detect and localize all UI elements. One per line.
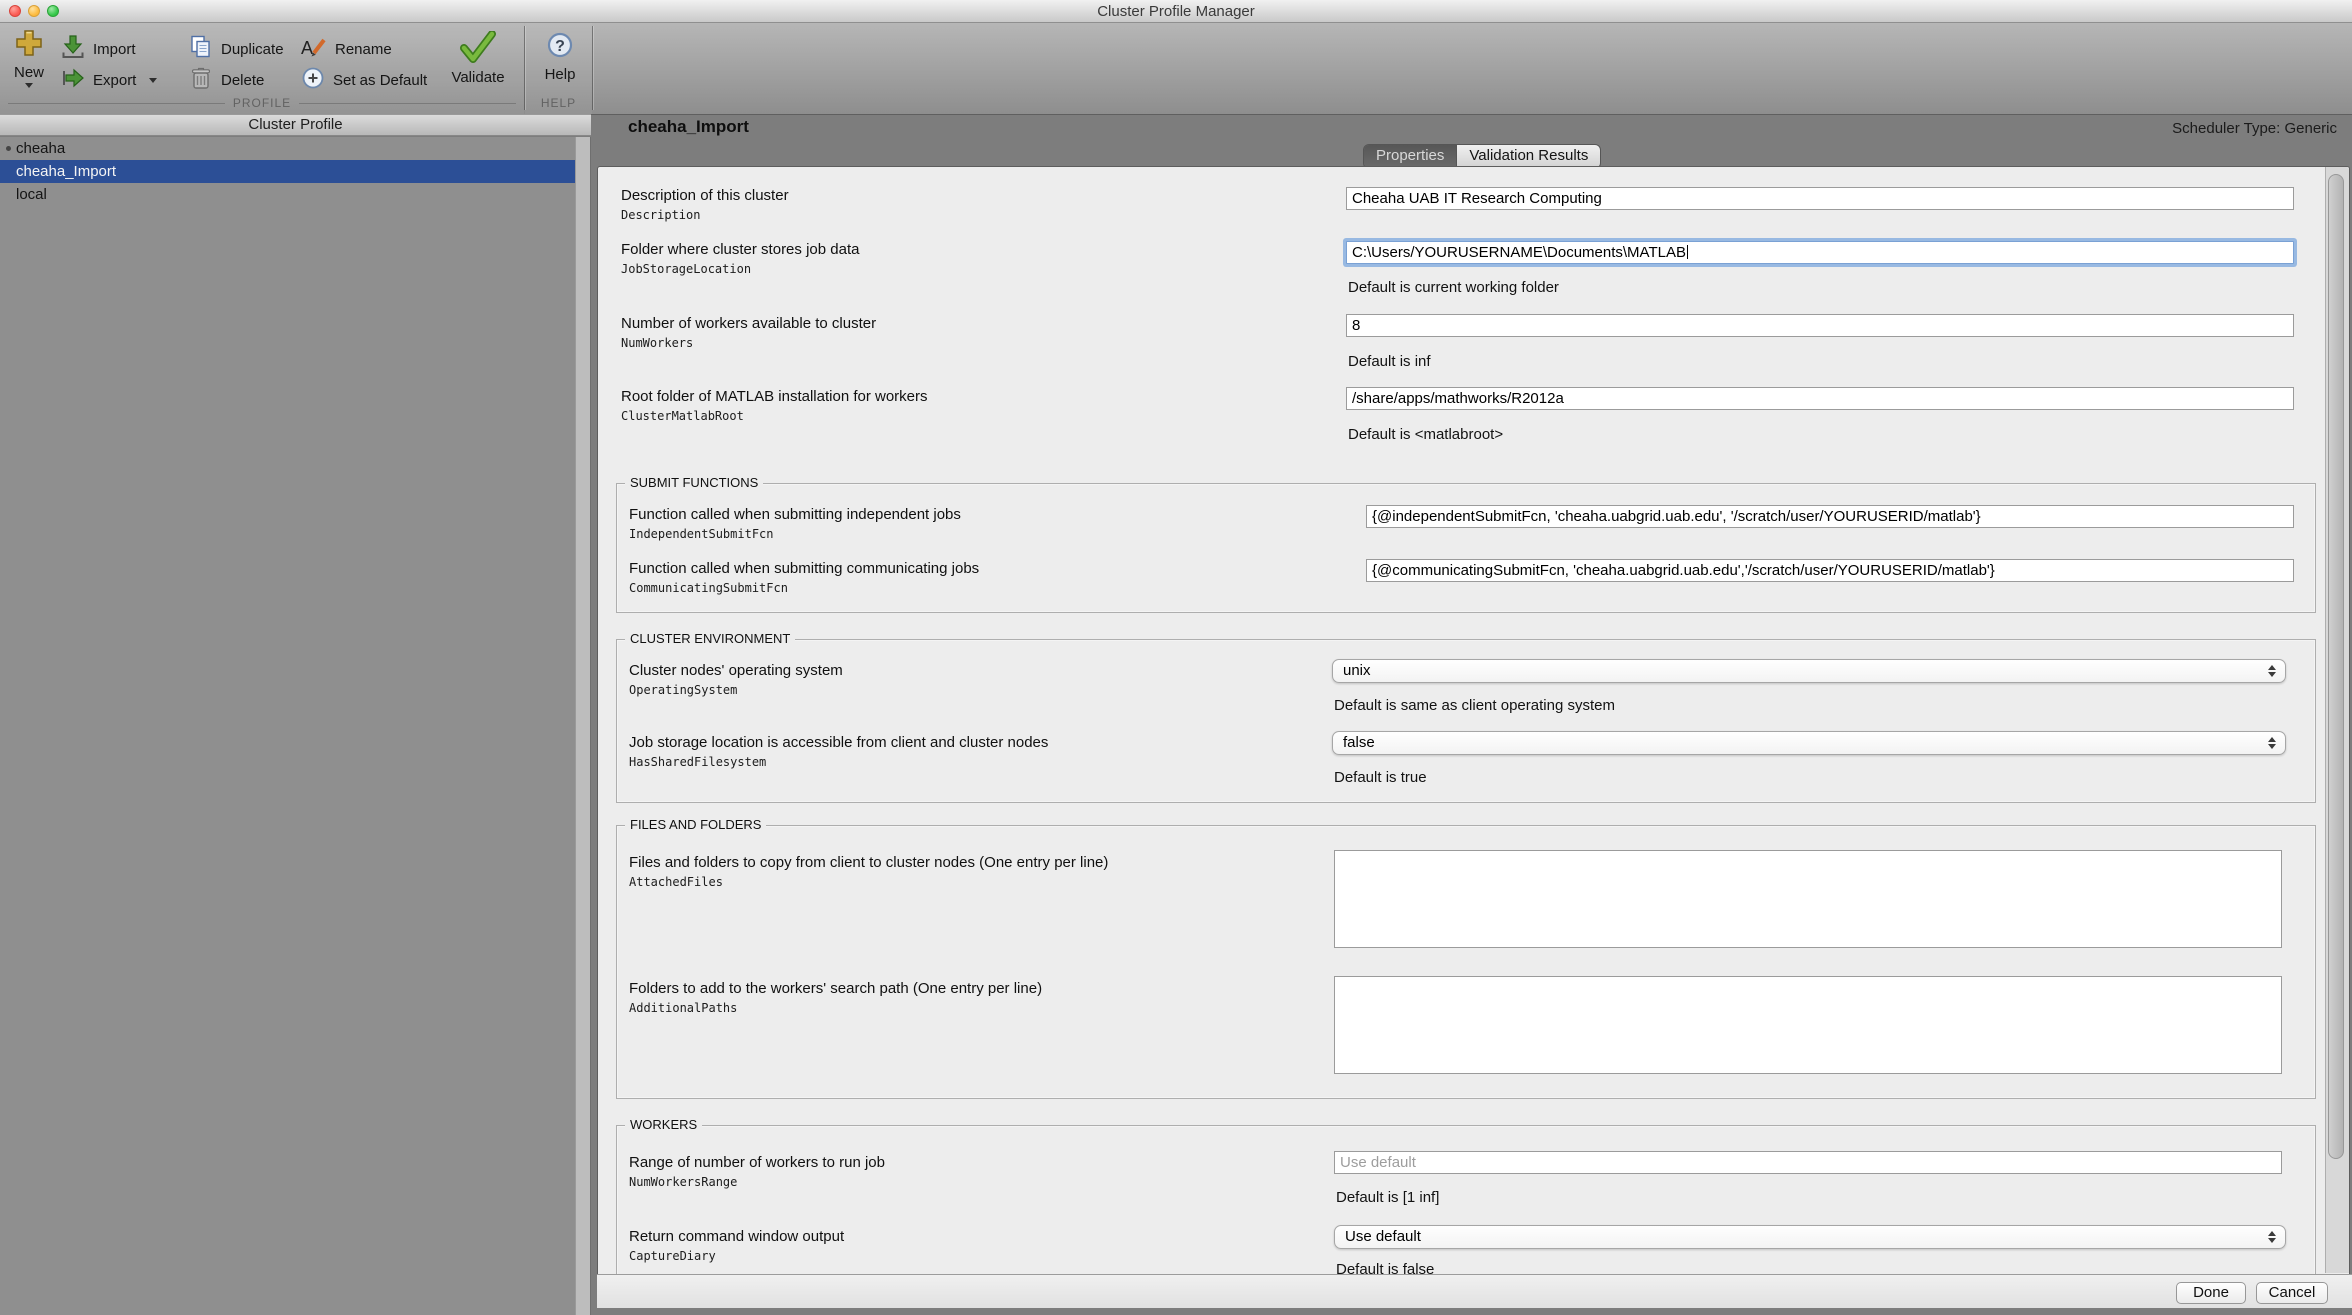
done-button[interactable]: Done bbox=[2176, 1282, 2246, 1304]
tab-properties[interactable]: Properties bbox=[1364, 145, 1457, 168]
panel-scrollbar[interactable] bbox=[2325, 167, 2349, 1273]
rename-label: Rename bbox=[335, 41, 392, 58]
tab-validation-results[interactable]: Validation Results bbox=[1457, 145, 1600, 168]
new-plus-icon bbox=[14, 28, 44, 62]
rename-button[interactable]: A Rename bbox=[300, 35, 392, 63]
num-workers-input[interactable]: 8 bbox=[1346, 314, 2294, 337]
has-shared-filesystem-hint: Default is true bbox=[1334, 769, 1427, 786]
title-bar: Cluster Profile Manager bbox=[0, 0, 2352, 23]
sidebar-item-label: cheaha_Import bbox=[16, 163, 116, 180]
duplicate-button[interactable]: Duplicate bbox=[188, 35, 284, 63]
help-button[interactable]: ? Help bbox=[534, 30, 586, 83]
profile-group-label: PROFILE bbox=[8, 96, 516, 110]
duplicate-label: Duplicate bbox=[221, 41, 284, 58]
cluster-matlab-root-input[interactable]: /share/apps/mathworks/R2012a bbox=[1346, 387, 2294, 410]
field-label-description: Description of this cluster Description bbox=[621, 188, 789, 223]
svg-text:A: A bbox=[301, 38, 313, 58]
svg-text:?: ? bbox=[555, 38, 565, 55]
validate-label: Validate bbox=[451, 69, 504, 86]
capture-diary-dropdown[interactable]: Use default bbox=[1334, 1225, 2286, 1249]
num-workers-hint: Default is inf bbox=[1348, 353, 1431, 370]
toolbar: PROFILE HELP New Import Export bbox=[0, 23, 2352, 115]
field-label-cluster-matlab-root: Root folder of MATLAB installation for w… bbox=[621, 389, 928, 424]
plus-circle-icon bbox=[300, 65, 326, 95]
field-label-capture-diary: Return command window output CaptureDiar… bbox=[629, 1229, 844, 1264]
export-dropdown-arrow bbox=[149, 78, 157, 83]
default-profile-dot bbox=[6, 146, 11, 151]
panel-scrollbar-thumb[interactable] bbox=[2328, 174, 2344, 1159]
field-label-operating-system: Cluster nodes' operating system Operatin… bbox=[629, 663, 843, 698]
import-label: Import bbox=[93, 41, 136, 58]
new-dropdown-arrow bbox=[25, 83, 33, 88]
independent-submit-fcn-input[interactable]: {@independentSubmitFcn, 'cheaha.uabgrid.… bbox=[1366, 505, 2294, 528]
job-storage-location-hint: Default is current working folder bbox=[1348, 279, 1559, 296]
properties-panel: Description of this cluster Description … bbox=[597, 166, 2350, 1274]
has-shared-filesystem-dropdown[interactable]: false bbox=[1332, 731, 2286, 755]
trash-icon bbox=[188, 65, 214, 95]
field-label-has-shared-filesystem: Job storage location is accessible from … bbox=[629, 735, 1048, 770]
text-caret bbox=[1687, 245, 1688, 259]
job-storage-location-input[interactable]: C:\Users/YOURUSERNAME\Documents\MATLAB bbox=[1346, 241, 2294, 264]
export-icon bbox=[60, 65, 86, 95]
num-workers-range-input[interactable]: Use default bbox=[1334, 1151, 2282, 1174]
sidebar-item-cheaha-import[interactable]: cheaha_Import bbox=[0, 160, 575, 183]
sidebar-item-cheaha[interactable]: cheaha bbox=[0, 137, 575, 160]
set-as-default-label: Set as Default bbox=[333, 72, 427, 89]
help-label: Help bbox=[545, 66, 576, 83]
field-label-independent-submit-fcn: Function called when submitting independ… bbox=[629, 507, 961, 542]
sidebar-item-label: local bbox=[16, 186, 47, 203]
sidebar-item-local[interactable]: local bbox=[0, 183, 575, 206]
set-as-default-button[interactable]: Set as Default bbox=[300, 66, 427, 94]
field-label-job-storage-location: Folder where cluster stores job data Job… bbox=[621, 242, 859, 277]
validate-check-icon bbox=[458, 31, 498, 67]
help-question-icon: ? bbox=[545, 30, 575, 64]
attached-files-textarea[interactable] bbox=[1334, 850, 2282, 948]
additional-paths-textarea[interactable] bbox=[1334, 976, 2282, 1074]
workers-legend: WORKERS bbox=[625, 1117, 702, 1132]
sidebar-item-label: cheaha bbox=[16, 140, 65, 157]
toolbar-separator bbox=[524, 26, 525, 110]
field-label-communicating-submit-fcn: Function called when submitting communic… bbox=[629, 561, 979, 596]
cluster-profile-list: cheaha cheaha_Import local bbox=[0, 137, 591, 1315]
toolbar-separator bbox=[592, 26, 593, 110]
delete-button[interactable]: Delete bbox=[188, 66, 264, 94]
description-input[interactable]: Cheaha UAB IT Research Computing bbox=[1346, 187, 2294, 210]
cluster-environment-legend: CLUSTER ENVIRONMENT bbox=[625, 631, 795, 646]
new-label: New bbox=[14, 64, 44, 81]
sidebar-scrollbar[interactable] bbox=[575, 137, 591, 1315]
field-label-attached-files: Files and folders to copy from client to… bbox=[629, 855, 1108, 890]
operating-system-dropdown[interactable]: unix bbox=[1332, 659, 2286, 683]
cluster-profile-panel-header: Cluster Profile bbox=[0, 114, 591, 136]
new-button[interactable]: New bbox=[6, 28, 52, 88]
selected-profile-title: cheaha_Import bbox=[628, 117, 749, 137]
workers-section: WORKERS bbox=[616, 1125, 2316, 1274]
cluster-matlab-root-hint: Default is <matlabroot> bbox=[1348, 426, 1503, 443]
export-label: Export bbox=[93, 72, 136, 89]
cancel-button[interactable]: Cancel bbox=[2256, 1282, 2328, 1304]
help-group-label: HELP bbox=[533, 96, 584, 110]
field-label-num-workers: Number of workers available to cluster N… bbox=[621, 316, 876, 351]
communicating-submit-fcn-input[interactable]: {@communicatingSubmitFcn, 'cheaha.uabgri… bbox=[1366, 559, 2294, 582]
export-button[interactable]: Export bbox=[60, 66, 157, 94]
footer-bar: Done Cancel bbox=[597, 1274, 2352, 1308]
capture-diary-hint: Default is false bbox=[1336, 1261, 1434, 1274]
scheduler-type-label: Scheduler Type: Generic bbox=[2172, 120, 2337, 137]
submit-functions-legend: SUBMIT FUNCTIONS bbox=[625, 475, 763, 490]
window-title: Cluster Profile Manager bbox=[0, 3, 2352, 20]
dropdown-spinner-icon bbox=[2268, 1231, 2276, 1243]
duplicate-icon bbox=[188, 34, 214, 64]
rename-pencil-icon: A bbox=[300, 34, 328, 64]
dropdown-spinner-icon bbox=[2268, 665, 2276, 677]
dropdown-spinner-icon bbox=[2268, 737, 2276, 749]
operating-system-hint: Default is same as client operating syst… bbox=[1334, 697, 1615, 714]
cluster-profile-manager-window: Cluster Profile Manager PROFILE HELP New… bbox=[0, 0, 2352, 1315]
files-and-folders-legend: FILES AND FOLDERS bbox=[625, 817, 766, 832]
field-label-additional-paths: Folders to add to the workers' search pa… bbox=[629, 981, 1042, 1016]
num-workers-range-hint: Default is [1 inf] bbox=[1336, 1189, 1439, 1206]
import-button[interactable]: Import bbox=[60, 35, 136, 63]
delete-label: Delete bbox=[221, 72, 264, 89]
field-label-num-workers-range: Range of number of workers to run job Nu… bbox=[629, 1155, 885, 1190]
validate-button[interactable]: Validate bbox=[446, 31, 510, 86]
import-icon bbox=[60, 34, 86, 64]
